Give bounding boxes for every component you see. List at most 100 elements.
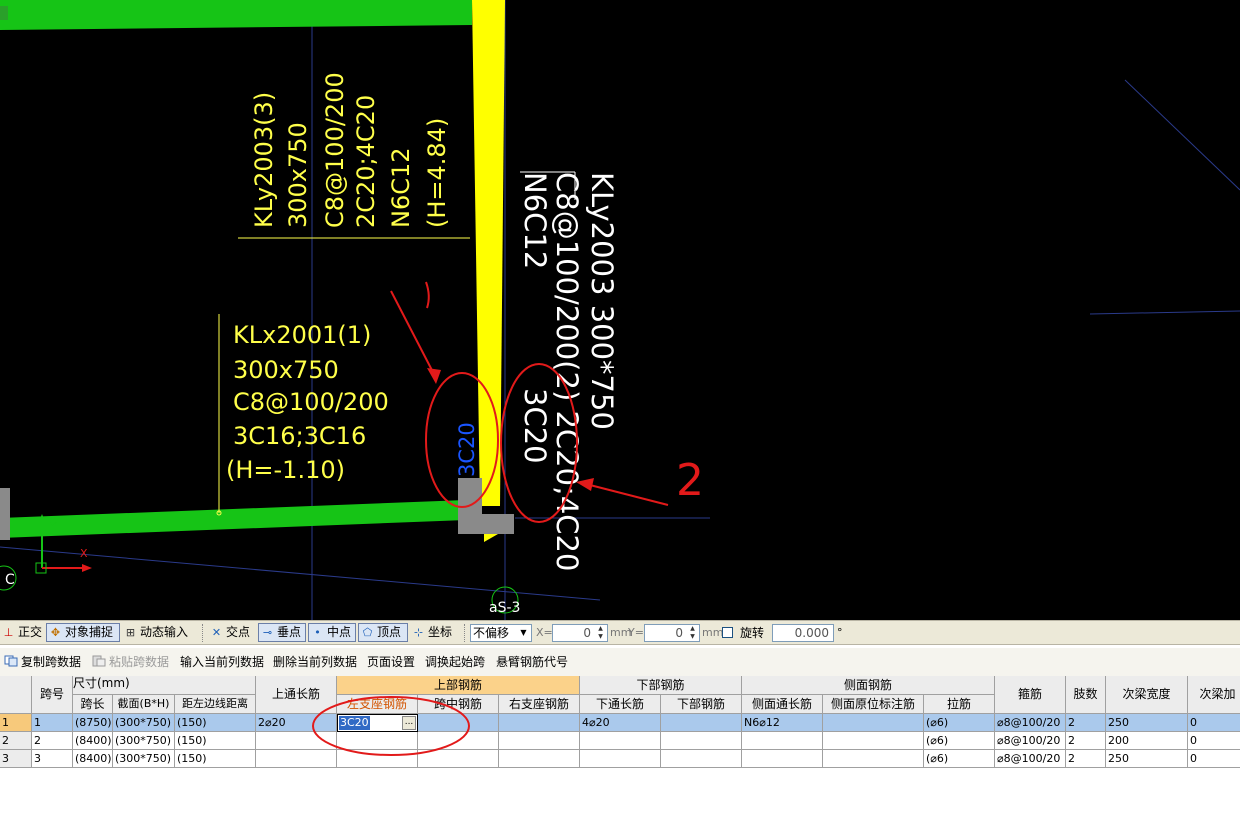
beam-klx2001[interactable] bbox=[0, 500, 466, 538]
row-header[interactable]: 3 bbox=[0, 750, 32, 768]
offset-mode-select[interactable]: 不偏移 ▼ bbox=[470, 624, 532, 642]
snap-midpoint[interactable]: • 中点 bbox=[308, 623, 356, 642]
table-cell-tie[interactable]: (⌀6) bbox=[924, 750, 995, 768]
beam-label-klx2001[interactable]: KLx2001(1) 300x750 C8@100/200 3C16;3C16 (H=-… bbox=[226, 321, 389, 484]
table-cell-mid[interactable] bbox=[418, 714, 499, 732]
cad-drawing-canvas[interactable]: Y X C aS-3 KLx2001(1) 300x750 C8@100/200 3C… bbox=[0, 0, 1240, 620]
table-cell-right[interactable] bbox=[499, 732, 580, 750]
copy-span-data-button[interactable]: 复制跨数据 bbox=[4, 654, 81, 670]
table-cell-sec-width[interactable]: 250 bbox=[1106, 714, 1188, 732]
table-cell-side-marked[interactable] bbox=[823, 714, 924, 732]
table-cell-edge[interactable]: (150) bbox=[175, 714, 256, 732]
object-snap-toggle[interactable]: ✥ 对象捕捉 bbox=[46, 623, 120, 642]
cantilever-rebar-code-button[interactable]: 悬臂钢筋代号 bbox=[496, 654, 568, 670]
header-side-through: 侧面通长筋 bbox=[742, 695, 823, 714]
input-column-button[interactable]: 输入当前列数据 bbox=[180, 654, 264, 670]
annotation-number-2: 2 bbox=[676, 455, 704, 506]
left-support-edit-cell[interactable]: 3C20... bbox=[337, 714, 418, 732]
table-cell-bot-through[interactable]: 4⌀20 bbox=[580, 714, 661, 732]
table-cell-sec-add[interactable]: 0 bbox=[1188, 732, 1240, 750]
table-cell-len[interactable]: (8400) bbox=[73, 732, 113, 750]
table-cell-right[interactable] bbox=[499, 750, 580, 768]
table-cell-bot-part[interactable] bbox=[661, 750, 742, 768]
table-cell-stirrup[interactable]: ⌀8@100/20 bbox=[995, 732, 1066, 750]
table-cell-bot-through[interactable] bbox=[580, 750, 661, 768]
beam-label-kly2003-yellow[interactable]: KLy2003(3) 300x750 C8@100/200 2C20;4C20 N6C1… bbox=[250, 72, 451, 228]
table-cell-side-marked[interactable] bbox=[823, 750, 924, 768]
rotate-checkbox[interactable] bbox=[722, 627, 733, 638]
beam-top-green[interactable] bbox=[0, 0, 472, 30]
table-cell-tie[interactable]: (⌀6) bbox=[924, 732, 995, 750]
table-cell-right[interactable] bbox=[499, 714, 580, 732]
table-cell-side-through[interactable] bbox=[742, 732, 823, 750]
table-cell-edge[interactable]: (150) bbox=[175, 732, 256, 750]
delete-column-button[interactable]: 删除当前列数据 bbox=[273, 654, 357, 670]
table-cell-side-marked[interactable] bbox=[823, 732, 924, 750]
table-cell-mid[interactable] bbox=[418, 750, 499, 768]
table-cell-legs[interactable]: 2 bbox=[1066, 714, 1106, 732]
y-label: Y= bbox=[628, 626, 644, 639]
beam-label-kly2003-white[interactable]: KLy2003 300*750C8@100/200(2) 2C20;4C20N6… bbox=[518, 172, 619, 571]
table-cell-side-through[interactable] bbox=[742, 750, 823, 768]
beam-label-line: C8@100/200 bbox=[233, 388, 389, 416]
spinner-icon[interactable]: ▲ ▼ bbox=[595, 625, 606, 641]
table-cell-sec[interactable]: (300*750) bbox=[113, 750, 175, 768]
table-cell-legs[interactable]: 2 bbox=[1066, 750, 1106, 768]
blue-rebar-label[interactable]: 3C20 bbox=[455, 422, 479, 477]
row-header[interactable]: 1 bbox=[0, 714, 32, 732]
table-cell-edge[interactable]: (150) bbox=[175, 750, 256, 768]
table-cell-len[interactable]: (8400) bbox=[73, 750, 113, 768]
page-setup-button[interactable]: 页面设置 bbox=[367, 654, 415, 670]
beam-label-line: (H=-1.10) bbox=[226, 456, 345, 484]
table-cell-sec-add[interactable]: 0 bbox=[1188, 750, 1240, 768]
swap-start-span-button[interactable]: 调换起始跨 bbox=[425, 654, 485, 670]
table-cell-len[interactable]: (8750) bbox=[73, 714, 113, 732]
table-cell-sec[interactable]: (300*750) bbox=[113, 732, 175, 750]
rotate-angle-input[interactable]: 0.000 bbox=[772, 624, 834, 642]
row-header[interactable]: 2 bbox=[0, 732, 32, 750]
table-cell-top-through[interactable] bbox=[256, 732, 337, 750]
spinner-icon[interactable]: ▲ ▼ bbox=[687, 625, 698, 641]
axis-line-diagonal bbox=[1124, 79, 1240, 191]
table-cell-sec-width[interactable]: 200 bbox=[1106, 732, 1188, 750]
table-cell-span[interactable]: 1 bbox=[32, 714, 73, 732]
paste-span-data-button[interactable]: 粘贴跨数据 bbox=[92, 654, 169, 670]
table-cell-sec-width[interactable]: 250 bbox=[1106, 750, 1188, 768]
header-secondary-add: 次梁加 bbox=[1188, 676, 1240, 714]
beam-label-line: 2C20;4C20 bbox=[352, 95, 380, 228]
table-cell-span[interactable]: 3 bbox=[32, 750, 73, 768]
table-cell-span[interactable]: 2 bbox=[32, 732, 73, 750]
snap-perpendicular[interactable]: ⊸ 垂点 bbox=[258, 623, 306, 642]
header-top-rebar: 上部钢筋 bbox=[337, 676, 580, 695]
table-cell-sec-add[interactable]: 0 bbox=[1188, 714, 1240, 732]
dynamic-input-icon: ⊞ bbox=[125, 626, 136, 639]
x-label: X= bbox=[536, 626, 553, 639]
table-cell-side-through[interactable]: N6⌀12 bbox=[742, 714, 823, 732]
table-cell-sec[interactable]: (300*750) bbox=[113, 714, 175, 732]
snap-coordinate[interactable]: ⊹ 坐标 bbox=[410, 623, 460, 642]
column-block[interactable] bbox=[480, 514, 514, 534]
degree-symbol: ° bbox=[837, 626, 843, 639]
snap-intersection[interactable]: ✕ 交点 bbox=[208, 623, 256, 642]
table-cell-bot-part[interactable] bbox=[661, 714, 742, 732]
x-coordinate-input[interactable]: 0 ▲ ▼ bbox=[552, 624, 608, 642]
header-tie: 拉筋 bbox=[924, 695, 995, 714]
table-cell-mid[interactable] bbox=[418, 732, 499, 750]
ortho-toggle[interactable]: ⊥ 正交 bbox=[0, 623, 46, 642]
table-cell-left-support[interactable] bbox=[337, 750, 418, 768]
table-cell-top-through[interactable]: 2⌀20 bbox=[256, 714, 337, 732]
table-cell-legs[interactable]: 2 bbox=[1066, 732, 1106, 750]
table-cell-stirrup[interactable]: ⌀8@100/20 bbox=[995, 750, 1066, 768]
table-cell-bot-part[interactable] bbox=[661, 732, 742, 750]
ellipsis-button[interactable]: ... bbox=[402, 716, 416, 730]
table-cell-top-through[interactable] bbox=[256, 750, 337, 768]
table-cell-left-support[interactable] bbox=[337, 732, 418, 750]
left-support-input[interactable]: 3C20 bbox=[339, 716, 370, 730]
snap-vertex[interactable]: ⬠ 顶点 bbox=[358, 623, 408, 642]
chevron-down-icon: ▼ bbox=[520, 628, 527, 637]
dynamic-input-toggle[interactable]: ⊞ 动态输入 bbox=[122, 623, 198, 642]
table-cell-stirrup[interactable]: ⌀8@100/20 bbox=[995, 714, 1066, 732]
table-cell-bot-through[interactable] bbox=[580, 732, 661, 750]
table-cell-tie[interactable]: (⌀6) bbox=[924, 714, 995, 732]
y-coordinate-input[interactable]: 0 ▲ ▼ bbox=[644, 624, 700, 642]
